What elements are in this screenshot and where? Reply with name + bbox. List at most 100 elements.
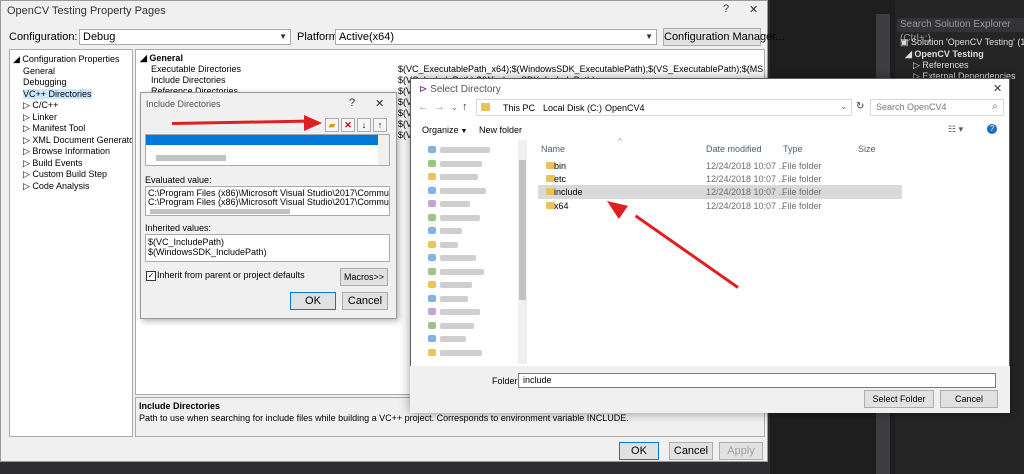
new-folder-button[interactable]: New folder	[479, 125, 522, 135]
nav-item-blurred[interactable]	[440, 228, 462, 234]
nav-item-icon	[428, 254, 436, 261]
search-icon: ⌕	[992, 101, 998, 112]
nav-item-blurred[interactable]	[440, 309, 480, 315]
horizontal-scrollbar[interactable]	[150, 209, 290, 214]
inherit-checkbox[interactable]: ✓	[146, 271, 156, 281]
nav-item-blurred[interactable]	[440, 255, 476, 261]
selected-entry[interactable]	[146, 135, 378, 145]
property-row[interactable]: Executable Directories $(VC_ExecutablePat…	[136, 64, 764, 75]
tree-item-linker[interactable]: ▷ Linker	[23, 112, 57, 123]
nav-item-icon	[428, 240, 436, 248]
ok-button[interactable]: OK	[290, 292, 336, 310]
references-node[interactable]: ▷ References	[913, 60, 968, 71]
tree-item-custom-build-step[interactable]: ▷ Custom Build Step	[23, 169, 107, 180]
ok-button[interactable]: OK	[619, 442, 659, 460]
tree-item-configuration-properties[interactable]: ◢ Configuration Properties	[13, 54, 119, 65]
configuration-select[interactable]: Debug ▼	[79, 29, 291, 45]
solution-search-input[interactable]: Search Solution Explorer (Ctrl+;)	[897, 18, 1024, 44]
breadcrumb-opencv4[interactable]: OpenCV4	[605, 103, 645, 113]
chevron-down-icon: ▼	[279, 32, 287, 41]
tree-item-manifest-tool[interactable]: ▷ Manifest Tool	[23, 123, 85, 134]
column-date-modified[interactable]: Date modified	[706, 144, 762, 154]
macros-button[interactable]: Macros>>	[340, 268, 388, 286]
dialog-title: ⊳ Select Directory	[419, 84, 501, 95]
organize-button[interactable]: Organize ▼	[422, 125, 467, 135]
back-icon[interactable]: ←	[418, 101, 429, 113]
property-name: Include Directories	[151, 75, 226, 85]
tree-item-general[interactable]: General	[23, 66, 55, 76]
configuration-manager-button[interactable]: Configuration Manager...	[663, 28, 784, 46]
nav-item-blurred[interactable]	[440, 160, 482, 167]
refresh-icon[interactable]: ↻	[856, 101, 864, 112]
solution-node[interactable]: ▣ Solution 'OpenCV Testing' (1 pro	[900, 37, 1024, 48]
nav-item-blurred[interactable]	[440, 214, 480, 221]
platform-select[interactable]: Active(x64) ▼	[335, 29, 657, 45]
file-row-etc[interactable]: etc 12/24/2018 10:07 ... File folder	[538, 172, 902, 186]
breadcrumb-local-disk[interactable]: Local Disk (C:)	[543, 103, 602, 113]
horizontal-scrollbar[interactable]	[156, 155, 226, 161]
tree-item-build-events[interactable]: ▷ Build Events	[23, 158, 82, 169]
delete-button[interactable]: ✕	[341, 118, 355, 132]
tree-item-code-analysis[interactable]: ▷ Code Analysis	[23, 181, 89, 192]
column-name[interactable]: Name	[541, 144, 565, 154]
tree-item-xml-document-generator[interactable]: ▷ XML Document Generator	[23, 134, 132, 146]
apply-button[interactable]: Apply	[719, 442, 763, 460]
tree-item-c-c-[interactable]: ▷ C/C++	[23, 100, 58, 111]
check-icon: ✓	[147, 271, 155, 280]
move-down-button[interactable]: ↓	[357, 118, 371, 132]
close-button[interactable]: ✕	[749, 3, 758, 16]
solution-icon: ▣	[900, 37, 912, 47]
grid-section-header[interactable]: ◢ General	[140, 53, 183, 64]
expand-icon: ▷	[23, 134, 33, 145]
evaluated-value-box: C:\Program Files (x86)\Microsoft Visual …	[145, 186, 390, 216]
forward-icon[interactable]: →	[434, 101, 445, 113]
nav-item-blurred[interactable]	[440, 241, 458, 248]
breadcrumb-this-pc[interactable]: This PC	[503, 103, 535, 113]
directory-list[interactable]	[145, 134, 390, 166]
tree-item-browse-information[interactable]: ▷ Browse Information	[23, 146, 110, 157]
nav-item-blurred[interactable]	[440, 201, 470, 207]
column-size[interactable]: Size	[858, 144, 876, 154]
close-button[interactable]: ✕	[993, 82, 1002, 95]
new-line-button[interactable]: ▰	[325, 118, 339, 132]
search-input[interactable]: Search OpenCV4	[870, 99, 1004, 116]
cancel-button[interactable]: Cancel	[940, 390, 998, 408]
file-row-include[interactable]: include 12/24/2018 10:07 ... File folder	[538, 185, 902, 199]
folder-input[interactable]: include	[518, 373, 996, 388]
nav-item-blurred[interactable]	[440, 282, 472, 288]
nav-item-blurred[interactable]	[440, 349, 482, 356]
file-row-x64[interactable]: x64 12/24/2018 10:07 ... File folder	[538, 199, 902, 213]
sort-ascending-icon: ^	[618, 137, 622, 146]
nav-item-blurred[interactable]	[440, 187, 486, 194]
cancel-button[interactable]: Cancel	[669, 442, 713, 460]
chevron-down-icon[interactable]: ⌄	[451, 103, 458, 112]
nav-item-blurred[interactable]	[440, 336, 466, 342]
view-options-icon[interactable]: ☷ ▾	[948, 124, 963, 135]
column-type[interactable]: Type	[783, 144, 803, 154]
tree-item-debugging[interactable]: Debugging	[23, 77, 67, 87]
scroll-thumb[interactable]	[519, 160, 526, 300]
nav-item-blurred[interactable]	[440, 268, 484, 275]
close-button[interactable]: ✕	[375, 97, 384, 110]
nav-item-blurred[interactable]	[440, 322, 474, 329]
nav-item-blurred[interactable]	[440, 295, 468, 302]
move-up-button[interactable]: ↑	[373, 118, 387, 132]
expand-icon: ◢	[13, 54, 23, 64]
nav-item-icon	[428, 321, 436, 329]
navigation-scrollbar[interactable]	[518, 140, 527, 364]
project-node[interactable]: ◢ OpenCV Testing	[905, 49, 984, 60]
help-button[interactable]: ?	[723, 3, 729, 15]
help-button[interactable]: ?	[349, 97, 355, 109]
nav-item-blurred[interactable]	[440, 147, 490, 153]
list-scrollbar[interactable]	[378, 135, 389, 165]
evaluated-line: C:\Program Files (x86)\Microsoft Visual …	[148, 197, 389, 207]
chevron-down-icon[interactable]: ⌄	[840, 101, 848, 112]
tree-item-vc-directories[interactable]: VC++ Directories	[23, 88, 92, 99]
help-icon[interactable]: ?	[987, 124, 997, 134]
up-icon[interactable]: ↑	[462, 101, 468, 113]
file-row-bin[interactable]: bin 12/24/2018 10:07 ... File folder	[538, 159, 902, 173]
nav-item-blurred[interactable]	[440, 174, 478, 180]
select-folder-button[interactable]: Select Folder	[864, 390, 934, 408]
nav-item-icon	[428, 335, 436, 342]
cancel-button[interactable]: Cancel	[342, 292, 388, 310]
